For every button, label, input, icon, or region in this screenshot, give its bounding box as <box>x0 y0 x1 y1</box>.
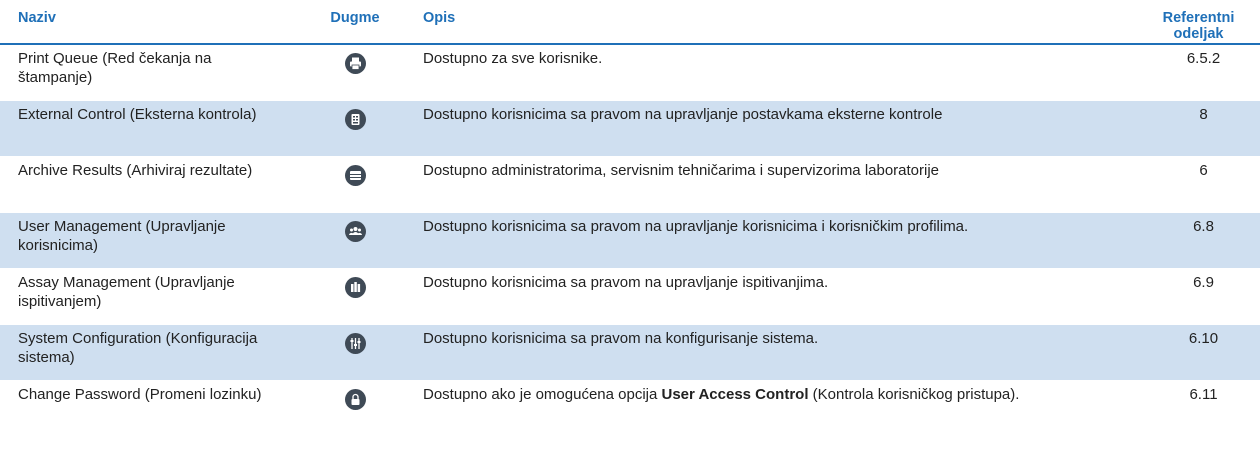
assay-icon[interactable] <box>344 276 366 298</box>
row-description: Dostupno korisnicima sa pravom na upravl… <box>415 212 1115 269</box>
row-reference: 6.11 <box>1115 380 1260 429</box>
row-description: Dostupno ako je omogućena opcija User Ac… <box>415 380 1115 429</box>
row-description: Dostupno korisnicima sa pravom na upravl… <box>415 268 1115 325</box>
description-suffix: (Kontrola korisničkog pristupa). <box>808 385 1020 403</box>
row-name: External Control (Eksterna kontrola) <box>0 100 295 157</box>
row-name: Assay Management (Upravljanje ispitivanj… <box>0 268 295 325</box>
row-description: Dostupno administratorima, servisnim teh… <box>415 156 1115 213</box>
print-icon[interactable] <box>344 53 366 74</box>
header-reference: Referentni odeljak <box>1115 0 1260 45</box>
row-description: Dostupno korisnicima sa pravom na upravl… <box>415 100 1115 157</box>
row-description: Dostupno za sve korisnike. <box>415 44 1115 101</box>
table-row: Change Password (Promeni lozinku) Dostup… <box>0 380 1260 429</box>
lock-icon[interactable] <box>344 388 366 410</box>
description-prefix: Dostupno ako je omogućena opcija <box>423 385 662 403</box>
row-reference: 6.10 <box>1115 324 1260 381</box>
row-reference: 6 <box>1115 156 1260 213</box>
row-name: User Management (Upravljanje korisnicima… <box>0 212 295 269</box>
users-icon[interactable] <box>344 220 366 242</box>
row-name: System Configuration (Konfiguracija sist… <box>0 324 295 381</box>
external-control-icon[interactable] <box>344 108 366 130</box>
sliders-icon[interactable] <box>344 332 366 354</box>
row-name: Archive Results (Arhiviraj rezultate) <box>0 156 295 213</box>
row-reference: 6.8 <box>1115 212 1260 269</box>
table-row: User Management (Upravljanje korisnicima… <box>0 212 1260 269</box>
table-header-row: Naziv Dugme Opis Referentni odeljak <box>0 0 1260 45</box>
header-name: Naziv <box>0 0 295 45</box>
table-row: External Control (Eksterna kontrola) Dos… <box>0 100 1260 157</box>
table-row: Archive Results (Arhiviraj rezultate) Do… <box>0 156 1260 213</box>
row-reference: 6.5.2 <box>1115 44 1260 101</box>
table-row: Print Queue (Red čekanja na štampanje) D… <box>0 44 1260 101</box>
row-name: Change Password (Promeni lozinku) <box>0 380 295 429</box>
archive-icon[interactable] <box>344 164 366 186</box>
header-description: Opis <box>415 0 1115 45</box>
header-button: Dugme <box>295 0 415 45</box>
row-reference: 6.9 <box>1115 268 1260 325</box>
table-row: System Configuration (Konfiguracija sist… <box>0 324 1260 381</box>
description-bold: User Access Control <box>661 385 809 403</box>
row-reference: 8 <box>1115 100 1260 157</box>
table-row: Assay Management (Upravljanje ispitivanj… <box>0 268 1260 325</box>
row-description: Dostupno korisnicima sa pravom na konfig… <box>415 324 1115 381</box>
reference-table: Naziv Dugme Opis Referentni odeljak Prin… <box>0 0 1260 429</box>
row-name: Print Queue (Red čekanja na štampanje) <box>0 44 295 101</box>
